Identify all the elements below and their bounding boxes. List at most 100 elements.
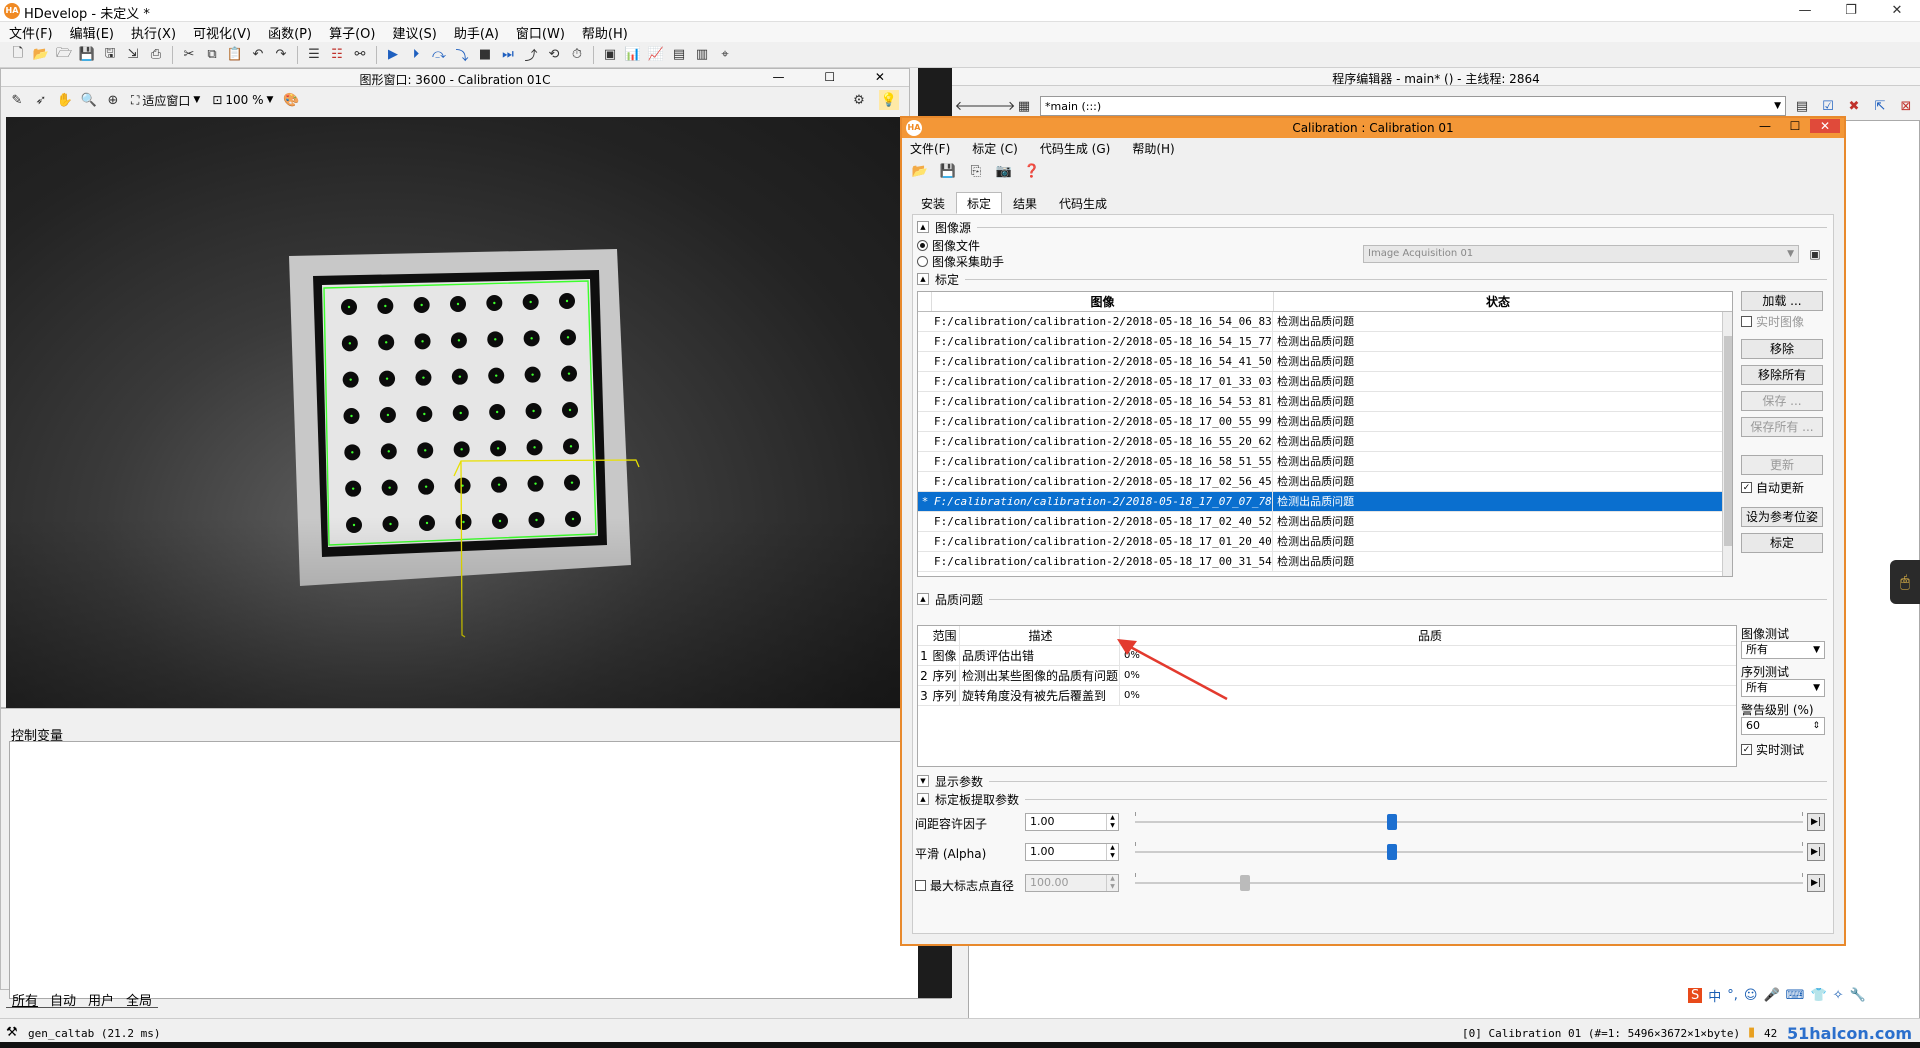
- close-button[interactable]: ✕: [1874, 0, 1920, 22]
- max-diameter-checkbox[interactable]: 最大标志点直径: [915, 877, 1014, 894]
- quality-issues-table[interactable]: 范围 描述 品质 1 图像 品质评估出错 0% 2 序列 检测出某些图像的品质有问题 0% 3 序…: [917, 625, 1737, 767]
- menu-operators[interactable]: 算子(O): [320, 23, 383, 42]
- radio-image-file[interactable]: 图像文件: [917, 237, 980, 254]
- reset-icon[interactable]: ⟲: [544, 45, 564, 65]
- image-test-select[interactable]: 所有 ▼: [1741, 641, 1825, 659]
- toolbox-icon[interactable]: ✧: [1833, 988, 1844, 1003]
- menu-visualization[interactable]: 可视化(V): [184, 23, 259, 42]
- section-quality-issues[interactable]: ▲ 品质问题: [917, 591, 1827, 607]
- gap-tolerance-slider[interactable]: [1135, 812, 1803, 832]
- table-row[interactable]: F:/calibration/calibration-2/2018-05-18_…: [918, 452, 1732, 472]
- quality-row[interactable]: 2 序列 检测出某些图像的品质有问题 0%: [918, 666, 1736, 686]
- step-over-icon[interactable]: ⤼: [429, 45, 449, 65]
- live-test-checkbox[interactable]: ✓ 实时测试: [1741, 741, 1804, 758]
- expand-icon[interactable]: ▼: [917, 775, 929, 787]
- spinner-arrows-icon[interactable]: ▲ ▼: [1106, 814, 1118, 830]
- light-bulb-icon[interactable]: 💡: [879, 90, 899, 110]
- procedure-icon[interactable]: ▦: [1014, 96, 1034, 116]
- tab-results[interactable]: 结果: [1002, 192, 1048, 214]
- pointer-icon[interactable]: ➶: [31, 90, 51, 110]
- open-folder-icon[interactable]: 🗁: [54, 45, 74, 65]
- calib-maximize-button[interactable]: ☐: [1780, 119, 1810, 133]
- stop-icon[interactable]: ■: [475, 45, 495, 65]
- minimize-button[interactable]: —: [1782, 0, 1828, 22]
- tab-all[interactable]: 所有: [6, 990, 45, 1009]
- table-row[interactable]: * F:/calibration/calibration-2/2018-05-18…: [918, 492, 1732, 512]
- table-row[interactable]: F:/calibration/calibration-2/2018-05-18_…: [918, 372, 1732, 392]
- control-variables-list[interactable]: [9, 741, 951, 999]
- acquisition-assistant-icon[interactable]: ▣: [1805, 245, 1825, 263]
- zoom-fit-combo[interactable]: ⛶ 适应窗口 ▼: [127, 90, 204, 110]
- menu-window[interactable]: 窗口(W): [507, 23, 573, 42]
- activate-line-icon[interactable]: ☰: [304, 45, 324, 65]
- menu-assistants[interactable]: 助手(A): [445, 23, 507, 42]
- calib-menu-file[interactable]: 文件(F): [910, 140, 950, 157]
- menu-help[interactable]: 帮助(H): [573, 23, 636, 42]
- close-procedure-icon[interactable]: ⊠: [1896, 96, 1916, 116]
- undo-icon[interactable]: ↶: [248, 45, 268, 65]
- clear-window-icon[interactable]: ✎: [7, 90, 27, 110]
- export-procedure-icon[interactable]: ⇱: [1870, 96, 1890, 116]
- set-reference-pose-button[interactable]: 设为参考位姿: [1741, 507, 1823, 527]
- line-profile-icon[interactable]: 📈: [646, 45, 666, 65]
- step-forward-icon[interactable]: ⏭: [498, 45, 518, 65]
- copy-icon[interactable]: ⧉: [202, 45, 222, 65]
- insert-code-icon[interactable]: ⎘: [966, 161, 986, 181]
- table-row[interactable]: F:/calibration/calibration-2/2018-05-18_…: [918, 432, 1732, 452]
- gap-tolerance-spinner[interactable]: 1.00 ▲ ▼: [1025, 813, 1119, 831]
- settings-icon[interactable]: ⚙: [849, 90, 869, 110]
- skin-icon[interactable]: 👕: [1810, 988, 1826, 1003]
- quality-row[interactable]: 3 序列 旋转角度没有被先后覆盖到 0%: [918, 686, 1736, 706]
- spinner-arrows-icon[interactable]: ⇕: [1812, 718, 1820, 734]
- calib-menu-codegen[interactable]: 代码生成 (G): [1040, 140, 1110, 157]
- column-image[interactable]: 图像: [932, 292, 1274, 311]
- section-calibration[interactable]: ▲ 标定: [917, 271, 1827, 287]
- slider-handle[interactable]: [1387, 814, 1398, 830]
- tab-auto[interactable]: 自动: [44, 990, 83, 1009]
- chinese-mode-icon[interactable]: 中: [1708, 986, 1721, 1005]
- menu-file[interactable]: 文件(F): [0, 23, 61, 42]
- column-status[interactable]: 状态: [1274, 292, 1722, 311]
- menu-suggestions[interactable]: 建议(S): [383, 23, 444, 42]
- emoji-icon[interactable]: ☺: [1744, 988, 1758, 1003]
- cut-icon[interactable]: ✂: [179, 45, 199, 65]
- tab-setup[interactable]: 安装: [910, 192, 956, 214]
- calib-menu-calibrate[interactable]: 标定 (C): [972, 140, 1018, 157]
- forward-arrow-icon[interactable]: 🡒: [981, 96, 1016, 116]
- gray-histogram-icon[interactable]: 📊: [623, 45, 643, 65]
- live-image-checkbox[interactable]: 实时图像: [1741, 313, 1804, 330]
- graphics-window-controls[interactable]: — ☐ ✕: [773, 70, 903, 84]
- feature-histogram-icon[interactable]: ▤: [669, 45, 689, 65]
- edit-procedure-icon[interactable]: ▤: [1792, 96, 1812, 116]
- zoom-icon[interactable]: 🔍: [79, 90, 99, 110]
- save-all-icon[interactable]: 🖫: [100, 45, 120, 65]
- table-row[interactable]: F:/calibration/calibration-2/2018-05-18_…: [918, 532, 1732, 552]
- alpha-slider[interactable]: [1135, 842, 1803, 862]
- remove-all-button[interactable]: 移除所有: [1741, 365, 1823, 385]
- menu-execute[interactable]: 执行(X): [122, 23, 184, 42]
- auto-update-checkbox[interactable]: ✓ 自动更新: [1741, 479, 1804, 496]
- mouse-widget-icon[interactable]: 🖱: [1890, 560, 1920, 604]
- color-palette-icon[interactable]: 🎨: [281, 90, 301, 110]
- maximize-button[interactable]: ❐: [1828, 0, 1874, 22]
- run-to-icon[interactable]: ⏵: [406, 45, 426, 65]
- radio-image-acquisition[interactable]: 图像采集助手: [917, 253, 1004, 270]
- keyboard-icon[interactable]: ⌨: [1786, 988, 1805, 1003]
- save-icon[interactable]: 💾: [938, 161, 958, 181]
- check-icon[interactable]: ☑: [1818, 96, 1838, 116]
- warning-level-spinner[interactable]: 60 ⇕: [1741, 717, 1825, 735]
- table-row[interactable]: F:/calibration/calibration-2/2018-05-18_…: [918, 472, 1732, 492]
- export-icon[interactable]: ⇲: [123, 45, 143, 65]
- procedure-select[interactable]: *main (:::) ▼: [1040, 96, 1786, 116]
- column-description[interactable]: 描述: [960, 626, 1120, 645]
- print-icon[interactable]: ⎙: [146, 45, 166, 65]
- calib-minimize-button[interactable]: —: [1750, 119, 1780, 133]
- open-file-icon[interactable]: 📂: [31, 45, 51, 65]
- spinner-arrows-icon[interactable]: ▲ ▼: [1106, 875, 1118, 891]
- magnify-icon[interactable]: ⊕: [103, 90, 123, 110]
- profiler-icon[interactable]: ⏱: [567, 45, 587, 65]
- zoom-window-icon[interactable]: ⌖: [715, 45, 735, 65]
- column-scope[interactable]: 范围: [930, 626, 960, 645]
- menu-procedures[interactable]: 函数(P): [259, 23, 320, 42]
- collapse-icon[interactable]: ▲: [917, 273, 929, 285]
